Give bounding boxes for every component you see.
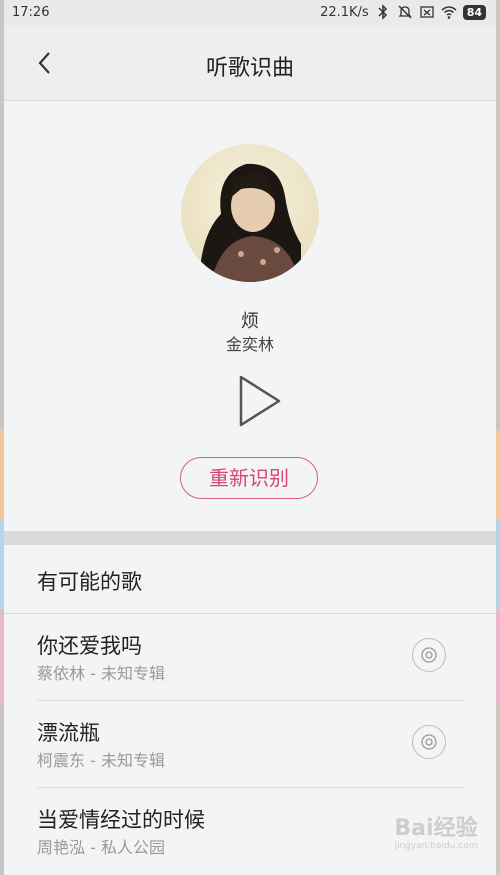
disc-icon: [421, 647, 437, 663]
song-title: 烦: [241, 311, 259, 332]
item-separator: -: [85, 751, 101, 770]
battery-icon: 84: [462, 4, 486, 20]
song-artist: 金奕林: [225, 335, 274, 354]
right-edge-pink: [496, 610, 500, 705]
right-edge-blue: [496, 520, 500, 610]
bluetooth-icon: [378, 4, 387, 20]
watermark-url: jingyan.baidu.com: [394, 841, 478, 851]
item-subtitle: 柯震东 - 未知专辑: [37, 747, 165, 771]
item-separator: -: [85, 664, 101, 683]
item-title: 当爱情经过的时候: [37, 808, 205, 832]
item-title: 你还爱我吗: [37, 634, 142, 658]
title-bar: 听歌识曲: [4, 26, 496, 101]
item-artist: 周艳泓: [37, 838, 86, 857]
item-album: 未知专辑: [100, 751, 165, 770]
artist-avatar: [181, 144, 319, 282]
music-disc-button[interactable]: [412, 725, 446, 759]
section-divider: [4, 531, 496, 545]
network-speed: 22.1K/s: [320, 4, 369, 20]
right-edge-orange: [496, 430, 500, 520]
retry-recognize-button[interactable]: 重新识别: [180, 457, 318, 499]
mute-icon: [398, 5, 412, 19]
item-title: 漂流瓶: [37, 721, 100, 745]
status-icons: 22.1K/s 84: [320, 4, 486, 20]
status-bar: 17:26 22.1K/s 84: [4, 0, 496, 26]
suggestions-title: 有可能的歌: [37, 570, 142, 594]
disc-icon: [421, 734, 437, 750]
list-item[interactable]: 漂流瓶 柯震东 - 未知专辑: [4, 701, 496, 787]
watermark-brand: Bai: [394, 816, 434, 841]
wifi-icon: [441, 6, 457, 19]
item-artist: 柯震东: [37, 751, 86, 770]
item-album: 未知专辑: [100, 664, 165, 683]
item-subtitle: 蔡依林 - 未知专辑: [37, 660, 165, 684]
music-disc-button[interactable]: [412, 638, 446, 672]
phone-screen: 17:26 22.1K/s 84 听歌识曲 烦 金奕林 重新识别 有可能的歌 你…: [4, 0, 496, 875]
baidu-watermark: Bai经验 jingyan.baidu.com: [388, 817, 484, 867]
page-title: 听歌识曲: [205, 56, 294, 81]
sim-x-icon: [420, 6, 434, 18]
item-album: 私人公园: [100, 838, 165, 857]
watermark-suffix: 经验: [433, 816, 478, 841]
item-separator: -: [85, 838, 101, 857]
item-artist: 蔡依林: [37, 664, 86, 683]
item-subtitle: 周艳泓 - 私人公园: [37, 834, 165, 858]
play-icon[interactable]: [237, 374, 283, 428]
status-time: 17:26: [12, 5, 50, 20]
list-item[interactable]: 你还爱我吗 蔡依林 - 未知专辑: [4, 614, 496, 700]
